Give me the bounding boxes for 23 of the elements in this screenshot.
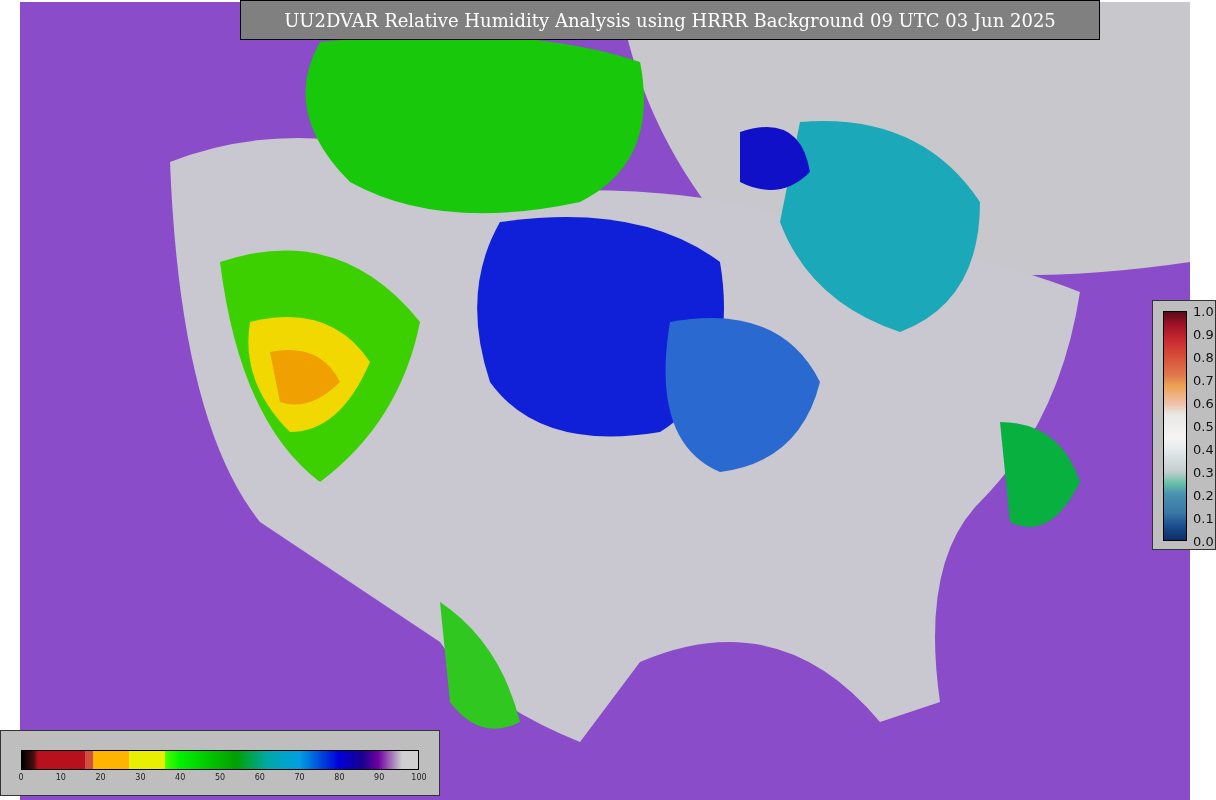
tick-label: 0.2 (1193, 487, 1214, 503)
tick-label: 0.6 (1193, 395, 1214, 411)
tick-label: 90 (374, 773, 385, 782)
tick-label: 0.7 (1193, 372, 1214, 388)
tick-label: 100 (411, 773, 427, 782)
tick-label: 0.4 (1193, 441, 1214, 457)
tick-label: 0 (18, 773, 24, 782)
tick-label: 50 (214, 773, 226, 782)
map-title: UU2DVAR Relative Humidity Analysis using HRRR Background 09 UTC 03 Jun 2025 (240, 0, 1100, 40)
tick-label: 70 (294, 773, 305, 782)
tick-label: 80 (334, 773, 345, 782)
tick-label: 0.3 (1193, 464, 1214, 480)
tick-label: 0.1 (1193, 510, 1214, 526)
tick-label: 10 (55, 773, 66, 782)
tick-label: 60 (254, 773, 265, 782)
tick-label: 0.8 (1193, 349, 1214, 365)
tick-label: 1.0 (1193, 303, 1214, 319)
tick-label: 0.0 (1193, 533, 1214, 549)
tick-label: 0.5 (1193, 418, 1214, 434)
tick-label: 20 (95, 773, 106, 782)
tick-label: 30 (135, 773, 146, 782)
tick-label: 0.9 (1193, 326, 1214, 342)
tick-label: 40 (175, 773, 186, 782)
